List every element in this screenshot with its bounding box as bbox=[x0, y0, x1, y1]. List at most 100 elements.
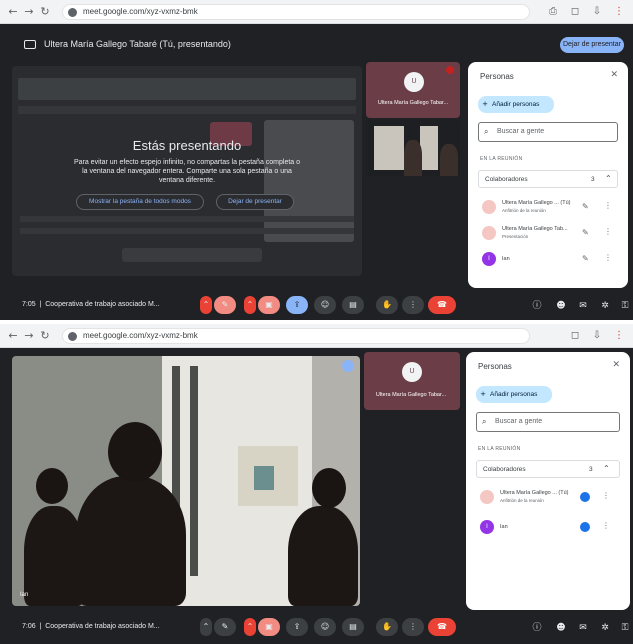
address-bar[interactable]: meet.google.com/xyz-vxmz-bmk bbox=[62, 328, 530, 344]
activities-icon[interactable]: ✲ bbox=[598, 621, 612, 635]
participant-role: Presentación bbox=[502, 234, 529, 239]
participant-row[interactable]: Ultera María Gallego ... (Tú) Anfitrión … bbox=[478, 196, 618, 220]
more-options-icon[interactable]: ⋮ bbox=[602, 491, 610, 500]
mirror-controls bbox=[122, 248, 262, 262]
chevron-up-icon: ⌃ bbox=[603, 464, 610, 473]
participant-row[interactable]: I Ian ⋮ bbox=[476, 516, 616, 540]
lock-icon[interactable]: ⚿ bbox=[618, 621, 632, 635]
camera-options-icon[interactable]: ⌃ bbox=[244, 296, 256, 314]
close-icon[interactable]: ✕ bbox=[610, 70, 618, 80]
add-people-button[interactable]: + Añadir personas bbox=[478, 96, 554, 113]
participant-avatar bbox=[482, 226, 496, 240]
site-info-icon[interactable] bbox=[68, 332, 77, 341]
raise-hand-icon[interactable]: ✋ bbox=[376, 296, 398, 314]
site-info-icon[interactable] bbox=[68, 8, 77, 17]
speaking-indicator-icon bbox=[580, 492, 590, 502]
presenting-badge bbox=[446, 66, 454, 74]
people-icon[interactable]: ☻ bbox=[554, 299, 568, 313]
participant-avatar bbox=[480, 490, 494, 504]
in-meeting-section-label: EN LA REUNIÓN bbox=[478, 446, 521, 452]
main-video-feed[interactable]: Ian bbox=[12, 356, 360, 606]
mic-options-icon[interactable]: ⌃ bbox=[200, 296, 212, 314]
more-options-icon[interactable]: ⋮ bbox=[604, 227, 612, 236]
present-now-icon[interactable]: ⇪ bbox=[286, 618, 308, 636]
menu-icon[interactable]: ⋮ bbox=[612, 329, 626, 343]
people-panel-title: Personas bbox=[478, 362, 512, 371]
camera-off-icon[interactable]: ▣ bbox=[258, 296, 280, 314]
people-search-input[interactable]: ⌕ Buscar a gente bbox=[478, 122, 618, 142]
camera-off-icon[interactable]: ▣ bbox=[258, 618, 280, 636]
raise-hand-icon[interactable]: ✋ bbox=[376, 618, 398, 636]
add-people-button[interactable]: + Añadir personas bbox=[476, 386, 552, 403]
close-icon[interactable]: ✕ bbox=[612, 360, 620, 370]
more-options-icon[interactable]: ⋮ bbox=[402, 296, 424, 314]
menu-icon[interactable]: ⋮ bbox=[612, 5, 626, 19]
chat-icon[interactable]: ✉ bbox=[576, 621, 590, 635]
back-icon[interactable]: ← bbox=[6, 329, 20, 343]
info-icon[interactable]: ⓘ bbox=[530, 621, 544, 635]
participant-row[interactable]: Ultera María Gallego Tab... Presentación… bbox=[478, 222, 618, 246]
building-window bbox=[254, 466, 274, 490]
activities-icon[interactable]: ✲ bbox=[598, 299, 612, 313]
stop-presenting-button[interactable]: Dejar de presentar bbox=[560, 37, 624, 53]
participant-avatar: I bbox=[480, 520, 494, 534]
search-icon: ⌕ bbox=[484, 127, 489, 136]
self-tile[interactable]: U Ultera María Gallego Tabar... bbox=[366, 62, 460, 118]
collaborators-group-toggle[interactable]: Colaboradores 3 ⌃ bbox=[476, 460, 620, 478]
share-icon[interactable]: ⎙ bbox=[546, 5, 560, 19]
address-bar[interactable]: meet.google.com/xyz-vxmz-bmk bbox=[62, 4, 530, 20]
reload-icon[interactable]: ↻ bbox=[38, 5, 52, 19]
pin-icon[interactable] bbox=[342, 360, 354, 372]
mic-options-icon[interactable]: ⌃ bbox=[200, 618, 212, 636]
search-placeholder: Buscar a gente bbox=[497, 128, 545, 135]
back-icon[interactable]: ← bbox=[6, 5, 20, 19]
download-icon[interactable]: ⇩ bbox=[590, 5, 604, 19]
meeting-time: 7:05 bbox=[22, 301, 36, 308]
video-person-head bbox=[312, 468, 346, 508]
video-person bbox=[404, 140, 422, 176]
mic-off-icon: ✎ bbox=[582, 228, 589, 237]
extensions-icon[interactable]: ◻ bbox=[568, 329, 582, 343]
extensions-icon[interactable]: ◻ bbox=[568, 5, 582, 19]
chat-icon[interactable]: ✉ bbox=[576, 299, 590, 313]
people-icon[interactable]: ☻ bbox=[554, 621, 568, 635]
captions-icon[interactable]: ▤ bbox=[342, 296, 364, 314]
end-call-icon[interactable]: ☎ bbox=[428, 618, 456, 636]
participant-video-tile[interactable] bbox=[366, 120, 460, 176]
participant-row[interactable]: I Ian ✎ ⋮ bbox=[478, 248, 618, 272]
mic-icon[interactable]: ✎ bbox=[214, 618, 236, 636]
more-options-icon[interactable]: ⋮ bbox=[604, 253, 612, 262]
info-icon[interactable]: ⓘ bbox=[530, 299, 544, 313]
camera-options-icon[interactable]: ⌃ bbox=[244, 618, 256, 636]
add-person-icon: + bbox=[480, 390, 486, 398]
present-now-icon[interactable]: ⇪ bbox=[286, 296, 308, 314]
more-options-icon[interactable]: ⋮ bbox=[602, 521, 610, 530]
captions-icon[interactable]: ▤ bbox=[342, 618, 364, 636]
emoji-icon[interactable]: ☺ bbox=[314, 618, 336, 636]
self-avatar: U bbox=[402, 362, 422, 382]
end-call-icon[interactable]: ☎ bbox=[428, 296, 456, 314]
download-icon[interactable]: ⇩ bbox=[590, 329, 604, 343]
collaborators-group-toggle[interactable]: Colaboradores 3 ⌃ bbox=[478, 170, 618, 188]
more-options-icon[interactable]: ⋮ bbox=[604, 201, 612, 210]
show-tab-anyway-button[interactable]: Mostrar la pestaña de todos modos bbox=[76, 194, 204, 210]
reload-icon[interactable]: ↻ bbox=[38, 329, 52, 343]
lock-icon[interactable]: ⚿ bbox=[618, 299, 632, 313]
video-person bbox=[288, 506, 358, 606]
add-person-icon: + bbox=[482, 100, 488, 108]
video-window-area bbox=[420, 126, 438, 170]
mic-muted-icon[interactable]: ✎ bbox=[214, 296, 236, 314]
search-icon: ⌕ bbox=[482, 417, 487, 426]
forward-icon[interactable]: → bbox=[22, 5, 36, 19]
add-people-label: Añadir personas bbox=[492, 101, 540, 108]
participant-row[interactable]: Ultera María Gallego ... (Tú) Anfitrión … bbox=[476, 486, 616, 510]
add-people-label: Añadir personas bbox=[490, 391, 538, 398]
emoji-icon[interactable]: ☺ bbox=[314, 296, 336, 314]
group-count: 3 bbox=[591, 176, 595, 183]
more-options-icon[interactable]: ⋮ bbox=[402, 618, 424, 636]
url-text: meet.google.com/xyz-vxmz-bmk bbox=[83, 7, 198, 16]
people-search-input[interactable]: ⌕ Buscar a gente bbox=[476, 412, 620, 432]
self-tile[interactable]: U Ultera María Gallego Tabar... bbox=[364, 352, 460, 410]
overlay-stop-presenting-button[interactable]: Dejar de presentar bbox=[216, 194, 294, 210]
forward-icon[interactable]: → bbox=[22, 329, 36, 343]
